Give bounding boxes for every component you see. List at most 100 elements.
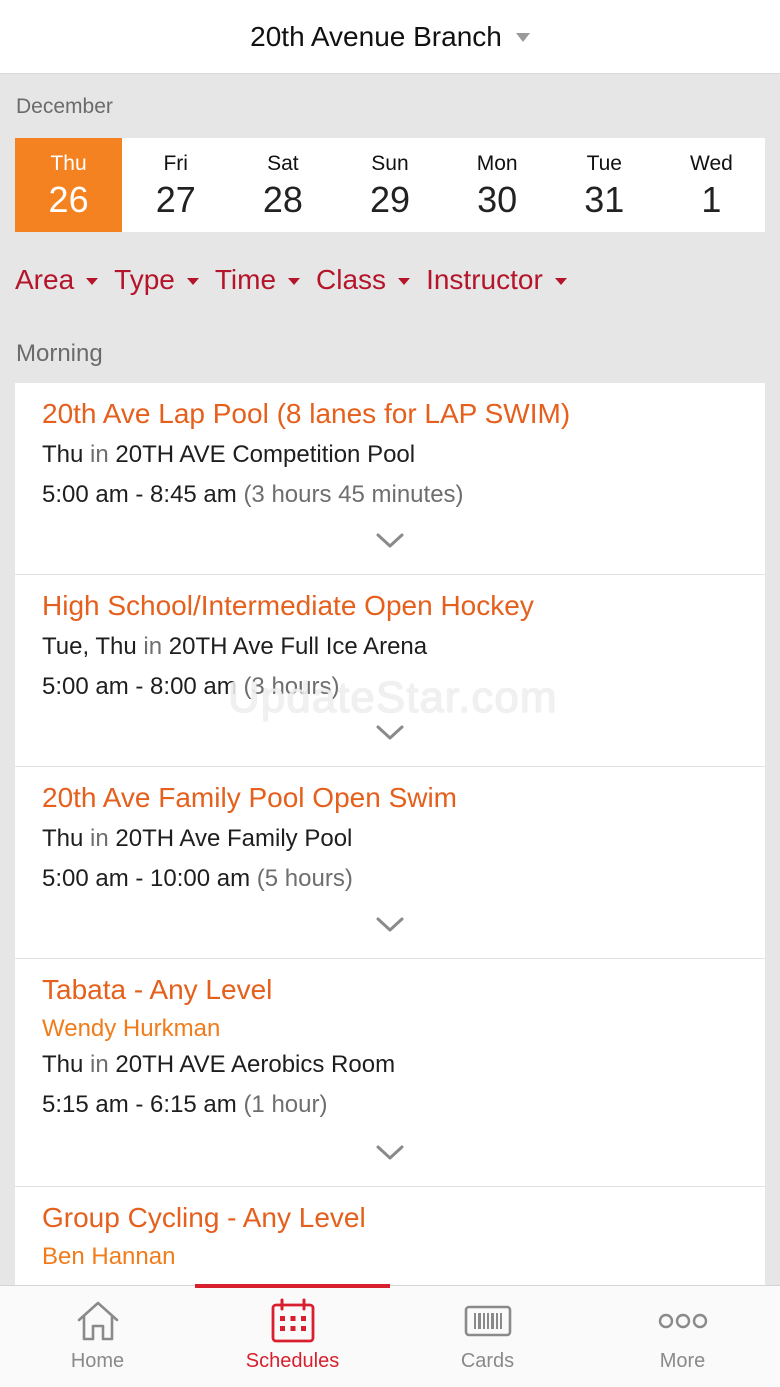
day-fri[interactable]: Fri 27 bbox=[122, 138, 229, 232]
filter-label: Instructor bbox=[426, 264, 543, 295]
class-title: High School/Intermediate Open Hockey bbox=[42, 590, 534, 621]
class-instructor[interactable]: Wendy Hurkman bbox=[42, 1015, 220, 1043]
day-thu[interactable]: Thu 26 bbox=[15, 138, 123, 232]
class-time: 5:15 am - 6:15 am bbox=[42, 1091, 237, 1118]
class-location-line: Thu in 20TH AVE Aerobics Room bbox=[42, 1051, 395, 1079]
class-location-line: Tue, Thu in 20TH Ave Full Ice Arena bbox=[42, 633, 427, 661]
tab-label: Schedules bbox=[245, 1350, 340, 1372]
filter-label: Area bbox=[15, 264, 75, 295]
calendar-icon bbox=[268, 1296, 318, 1346]
caret-down-icon bbox=[288, 278, 301, 285]
class-title: 20th Ave Lap Pool (8 lanes for LAP SWIM) bbox=[42, 398, 571, 429]
month-label: December bbox=[16, 95, 113, 118]
tab-label: Home bbox=[70, 1350, 125, 1372]
branch-selector[interactable]: 20th Avenue Branch bbox=[0, 0, 780, 74]
class-location-line: Thu in 20TH Ave Family Pool bbox=[42, 825, 352, 853]
class-title: Tabata - Any Level bbox=[42, 974, 273, 1005]
day-number: 26 bbox=[48, 179, 89, 220]
class-card[interactable]: 20th Ave Family Pool Open Swim Thu in 20… bbox=[15, 767, 765, 959]
active-tab-indicator bbox=[195, 1284, 390, 1288]
day-name: Mon bbox=[476, 152, 518, 175]
filter-label: Type bbox=[114, 264, 175, 295]
class-days: Thu bbox=[42, 825, 84, 852]
section-heading: Morning bbox=[16, 340, 103, 367]
class-time: 5:00 am - 8:00 am bbox=[42, 673, 237, 700]
class-time: 5:00 am - 10:00 am bbox=[42, 865, 251, 892]
tab-home[interactable]: Home bbox=[0, 1286, 195, 1387]
day-number: 27 bbox=[155, 179, 196, 220]
day-number: 31 bbox=[584, 179, 625, 220]
class-card[interactable]: High School/Intermediate Open Hockey Tue… bbox=[15, 575, 765, 767]
class-duration: (3 hours 45 minutes) bbox=[243, 481, 464, 508]
class-time: 5:00 am - 8:45 am bbox=[42, 481, 237, 508]
class-time-line: 5:00 am - 8:00 am (3 hours) bbox=[42, 673, 339, 701]
filter-type[interactable]: Type bbox=[114, 264, 199, 296]
in-label: in bbox=[90, 441, 109, 468]
class-days: Thu bbox=[42, 441, 84, 468]
chevron-down-icon[interactable] bbox=[376, 725, 404, 741]
class-location: 20TH AVE Competition Pool bbox=[115, 441, 416, 468]
class-duration: (1 hour) bbox=[243, 1091, 328, 1118]
class-days: Thu bbox=[42, 1051, 84, 1078]
class-time-line: 5:00 am - 8:45 am (3 hours 45 minutes) bbox=[42, 481, 464, 509]
chevron-down-icon[interactable] bbox=[376, 533, 404, 549]
day-sat[interactable]: Sat 28 bbox=[229, 138, 336, 232]
class-location: 20TH AVE Aerobics Room bbox=[115, 1051, 396, 1078]
filter-class[interactable]: Class bbox=[316, 264, 411, 296]
home-icon bbox=[73, 1296, 123, 1346]
class-time-line: 5:00 am - 10:00 am (5 hours) bbox=[42, 865, 353, 893]
day-strip: Thu 26 Fri 27 Sat 28 Sun 29 Mon 30 Tue 3… bbox=[15, 138, 765, 232]
tab-label: Cards bbox=[460, 1350, 515, 1372]
tab-cards[interactable]: Cards bbox=[390, 1286, 585, 1387]
filter-label: Time bbox=[214, 264, 277, 295]
class-duration: (5 hours) bbox=[256, 865, 353, 892]
day-number: 30 bbox=[477, 179, 518, 220]
caret-down-icon bbox=[554, 278, 567, 285]
class-time-line: 5:15 am - 6:15 am (1 hour) bbox=[42, 1091, 327, 1119]
class-location: 20TH Ave Full Ice Arena bbox=[168, 633, 428, 660]
tab-bar: Home Schedules Cards More bbox=[0, 1284, 780, 1387]
day-mon[interactable]: Mon 30 bbox=[444, 138, 551, 232]
tab-label: More bbox=[659, 1350, 706, 1372]
filter-bar: Area Type Time Class Instructor bbox=[15, 264, 583, 296]
day-number: 1 bbox=[701, 179, 722, 220]
class-instructor[interactable]: Ben Hannan bbox=[42, 1243, 175, 1271]
class-title: Group Cycling - Any Level bbox=[42, 1202, 366, 1233]
class-duration: (3 hours) bbox=[243, 673, 340, 700]
class-location: 20TH Ave Family Pool bbox=[115, 825, 353, 852]
day-name: Fri bbox=[163, 152, 188, 175]
barcode-card-icon bbox=[463, 1296, 513, 1346]
in-label: in bbox=[143, 633, 163, 660]
class-card[interactable]: 20th Ave Lap Pool (8 lanes for LAP SWIM)… bbox=[15, 383, 765, 575]
class-location-line: Thu in 20TH AVE Competition Pool bbox=[42, 441, 415, 469]
day-tue[interactable]: Tue 31 bbox=[551, 138, 658, 232]
tab-schedules[interactable]: Schedules bbox=[195, 1284, 390, 1387]
class-days: Tue, Thu bbox=[42, 633, 137, 660]
day-name: Tue bbox=[586, 152, 622, 175]
class-list: 20th Ave Lap Pool (8 lanes for LAP SWIM)… bbox=[15, 383, 765, 1285]
day-name: Sat bbox=[267, 152, 299, 175]
filter-instructor[interactable]: Instructor bbox=[426, 264, 567, 296]
in-label: in bbox=[90, 825, 109, 852]
day-name: Wed bbox=[690, 152, 733, 175]
filter-area[interactable]: Area bbox=[15, 264, 99, 296]
class-card[interactable]: Tabata - Any Level Wendy Hurkman Thu in … bbox=[15, 959, 765, 1187]
filter-time[interactable]: Time bbox=[214, 264, 301, 296]
caret-down-icon bbox=[515, 33, 530, 42]
class-card[interactable]: Group Cycling - Any Level Ben Hannan bbox=[15, 1187, 765, 1285]
caret-down-icon bbox=[186, 278, 199, 285]
more-dots-icon bbox=[658, 1296, 708, 1346]
caret-down-icon bbox=[86, 278, 99, 285]
caret-down-icon bbox=[398, 278, 411, 285]
chevron-down-icon[interactable] bbox=[376, 1145, 404, 1161]
day-number: 29 bbox=[369, 179, 411, 220]
day-name: Thu bbox=[50, 152, 87, 175]
chevron-down-icon[interactable] bbox=[376, 917, 404, 933]
day-wed[interactable]: Wed 1 bbox=[658, 138, 765, 232]
tab-more[interactable]: More bbox=[585, 1286, 780, 1387]
branch-title: 20th Avenue Branch bbox=[250, 20, 502, 52]
day-name: Sun bbox=[371, 152, 409, 175]
day-sun[interactable]: Sun 29 bbox=[336, 138, 443, 232]
in-label: in bbox=[90, 1051, 109, 1078]
day-number: 28 bbox=[262, 179, 303, 220]
